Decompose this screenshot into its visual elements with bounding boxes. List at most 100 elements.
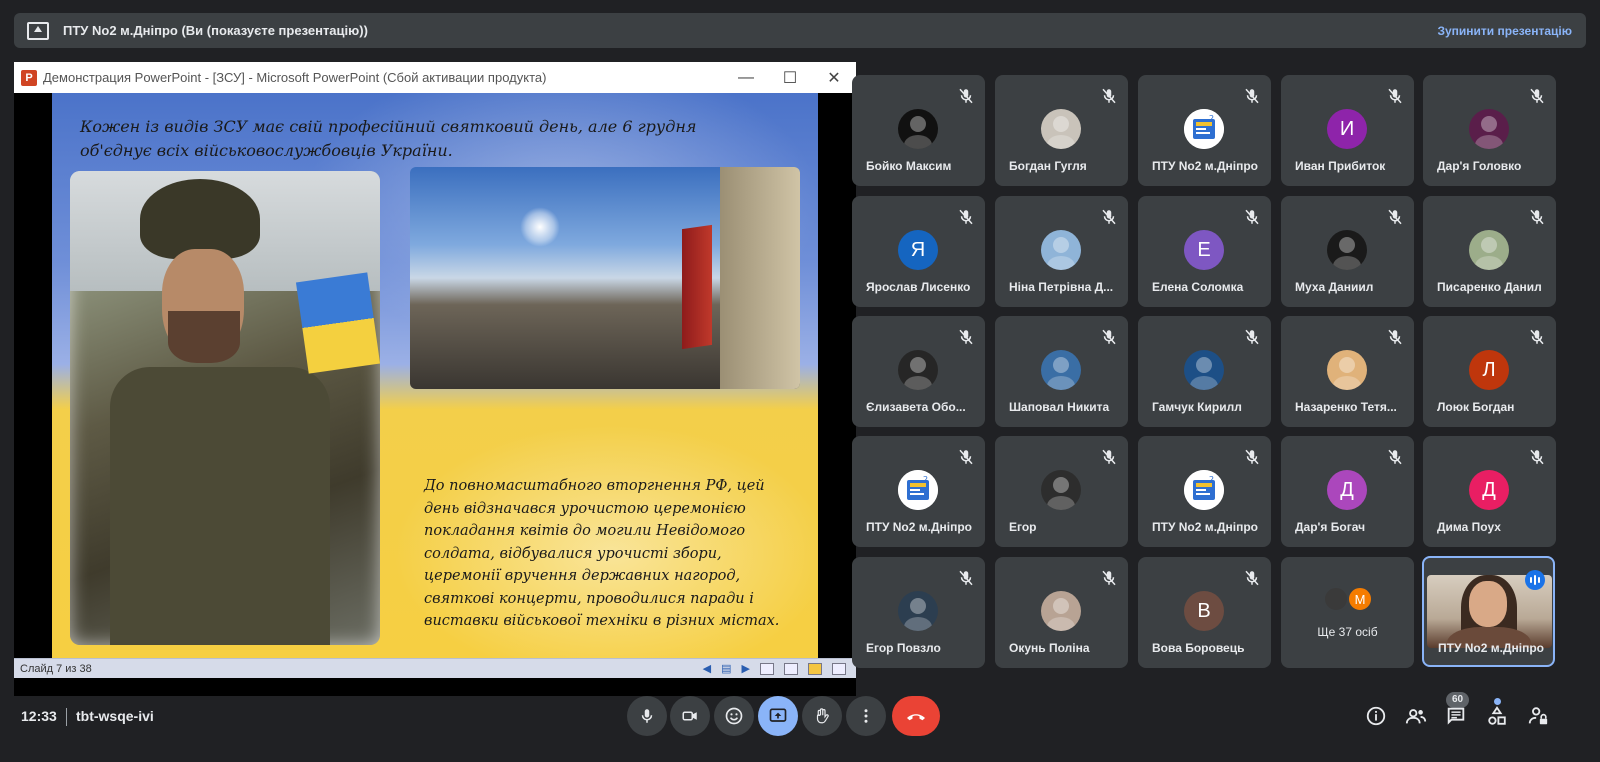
chat-button[interactable] [1444, 704, 1468, 728]
avatar [1041, 591, 1081, 631]
participant-tile[interactable]: Єлизавета Обо... [852, 316, 985, 427]
mic-off-icon [1386, 448, 1404, 466]
participant-tile[interactable]: Л Лоюк Богдан [1423, 316, 1556, 427]
mic-off-icon [1530, 449, 1544, 465]
active-speaker-tile[interactable]: ПТУ No2 м.Дніпро [1422, 556, 1555, 667]
participant-tile[interactable]: Назаренко Тетя... [1281, 316, 1414, 427]
mic-off-icon [959, 570, 973, 586]
participant-tile[interactable]: Д Дар'я Богач [1281, 436, 1414, 547]
powerpoint-titlebar: P Демонстрация PowerPoint - [ЗСУ] - Micr… [14, 62, 856, 93]
participant-name: Бойко Максим [866, 159, 952, 173]
mic-off-icon [1243, 448, 1261, 466]
mic-off-icon [1528, 448, 1546, 466]
mic-off-icon [1386, 328, 1404, 346]
clock: 12:33 [21, 708, 57, 724]
maximize-icon[interactable]: ☐ [768, 62, 812, 93]
mic-off-icon [1528, 208, 1546, 226]
avatar: И [1327, 109, 1367, 149]
more-avatar-2: М [1347, 586, 1373, 612]
participant-name: Вова Боровець [1152, 641, 1245, 655]
activities-icon [1488, 706, 1506, 725]
microphone-button[interactable] [627, 696, 667, 736]
previous-slide-icon[interactable]: ◀ [703, 662, 711, 675]
speaking-indicator-icon [1525, 570, 1545, 590]
participant-tile[interactable]: Муха Даниил [1281, 196, 1414, 307]
mic-off-icon [1388, 209, 1402, 225]
participant-tile[interactable]: Богдан Гугля [995, 75, 1128, 186]
participant-name: ПТУ No2 м.Дніпро [866, 520, 973, 534]
slideshow-view-icon[interactable] [832, 662, 846, 675]
participant-tile[interactable]: Окунь Поліна [995, 557, 1128, 668]
participant-tile[interactable]: Писаренко Данил [1423, 196, 1556, 307]
svg-text:2: 2 [1209, 114, 1214, 123]
powerpoint-window: P Демонстрация PowerPoint - [ЗСУ] - Micr… [14, 62, 856, 696]
participant-tile[interactable]: В Вова Боровець [1138, 557, 1271, 668]
close-icon[interactable]: ✕ [812, 62, 856, 93]
participant-name: Дар'я Богач [1295, 520, 1366, 534]
bottom-bar: 12:33 tbt-wsqe-ivi 60 [0, 692, 1600, 762]
mic-off-icon [1245, 570, 1259, 586]
mic-off-icon [1100, 87, 1118, 105]
avatar: 2 [898, 470, 938, 510]
participant-tile[interactable]: Егор [995, 436, 1128, 547]
host-controls-button[interactable] [1526, 704, 1550, 728]
participant-tile[interactable]: Д Дима Поух [1423, 436, 1556, 547]
reading-view-icon[interactable] [808, 662, 822, 675]
more-participants-tile[interactable]: М Ще 37 осіб [1281, 557, 1414, 668]
participant-tile[interactable]: И Иван Прибиток [1281, 75, 1414, 186]
participant-name: Гамчук Кирилл [1152, 400, 1242, 414]
avatar [1041, 470, 1081, 510]
participant-tile[interactable]: 2 ПТУ No2 м.Дніпро [1138, 436, 1271, 547]
next-slide-icon[interactable]: ▶ [742, 662, 750, 675]
minimize-icon[interactable]: — [724, 62, 768, 93]
mic-off-icon [1530, 209, 1544, 225]
participant-tile[interactable]: Дар'я Головко [1423, 75, 1556, 186]
participant-name: Ярослав Лисенко [866, 280, 971, 294]
reactions-button[interactable] [714, 696, 754, 736]
mic-off-icon [959, 329, 973, 345]
presenting-bar: ПТУ No2 м.Дніпро (Ви (показуєте презента… [14, 13, 1586, 48]
participant-tile[interactable]: Я Ярослав Лисенко [852, 196, 985, 307]
mic-off-icon [1386, 87, 1404, 105]
slide: Кожен із видів ЗСУ має свій професійний … [52, 93, 818, 658]
participant-name: Елена Соломка [1152, 280, 1244, 294]
participant-tile[interactable]: Шаповал Никита [995, 316, 1128, 427]
svg-text:2: 2 [1209, 475, 1214, 484]
avatar [1469, 109, 1509, 149]
normal-view-icon[interactable] [760, 662, 774, 675]
slide-area[interactable]: Кожен із видів ЗСУ має свій професійний … [14, 93, 856, 658]
notes-icon[interactable]: ▤ [721, 662, 731, 675]
powerpoint-logo-icon: P [21, 69, 37, 86]
stop-presenting-button[interactable]: Зупинити презентацію [1437, 24, 1572, 38]
slide-sorter-icon[interactable] [784, 662, 798, 675]
people-icon [1405, 709, 1427, 724]
mic-off-icon [1243, 328, 1261, 346]
participant-tile[interactable]: Ніна Петрівна Д... [995, 196, 1128, 307]
more-options-button[interactable] [846, 696, 886, 736]
mic-off-icon [1245, 329, 1259, 345]
mic-off-icon [1243, 208, 1261, 226]
people-button[interactable] [1404, 704, 1428, 728]
activities-button[interactable] [1485, 704, 1509, 728]
mic-off-icon [1245, 209, 1259, 225]
meeting-info-button[interactable] [1364, 704, 1388, 728]
participant-tile[interactable]: 2 ПТУ No2 м.Дніпро [1138, 75, 1271, 186]
slide-text-top: Кожен із видів ЗСУ має свій професійний … [80, 117, 697, 160]
present-button[interactable] [758, 696, 798, 736]
participant-tile[interactable]: Гамчук Кирилл [1138, 316, 1271, 427]
participant-tile[interactable]: Е Елена Соломка [1138, 196, 1271, 307]
raise-hand-button[interactable] [802, 696, 842, 736]
mic-off-icon [959, 449, 973, 465]
avatar [898, 109, 938, 149]
camera-button[interactable] [670, 696, 710, 736]
presenting-title: ПТУ No2 м.Дніпро (Ви (показуєте презента… [63, 23, 368, 38]
emoji-icon [725, 707, 743, 725]
avatar: В [1184, 591, 1224, 631]
participant-tile[interactable]: 2 ПТУ No2 м.Дніпро [852, 436, 985, 547]
mic-off-icon [957, 569, 975, 587]
participant-tile[interactable]: Егор Повзло [852, 557, 985, 668]
camera-icon [682, 711, 697, 721]
participant-name: Иван Прибиток [1295, 159, 1386, 173]
leave-call-button[interactable] [892, 696, 940, 736]
participant-tile[interactable]: Бойко Максим [852, 75, 985, 186]
